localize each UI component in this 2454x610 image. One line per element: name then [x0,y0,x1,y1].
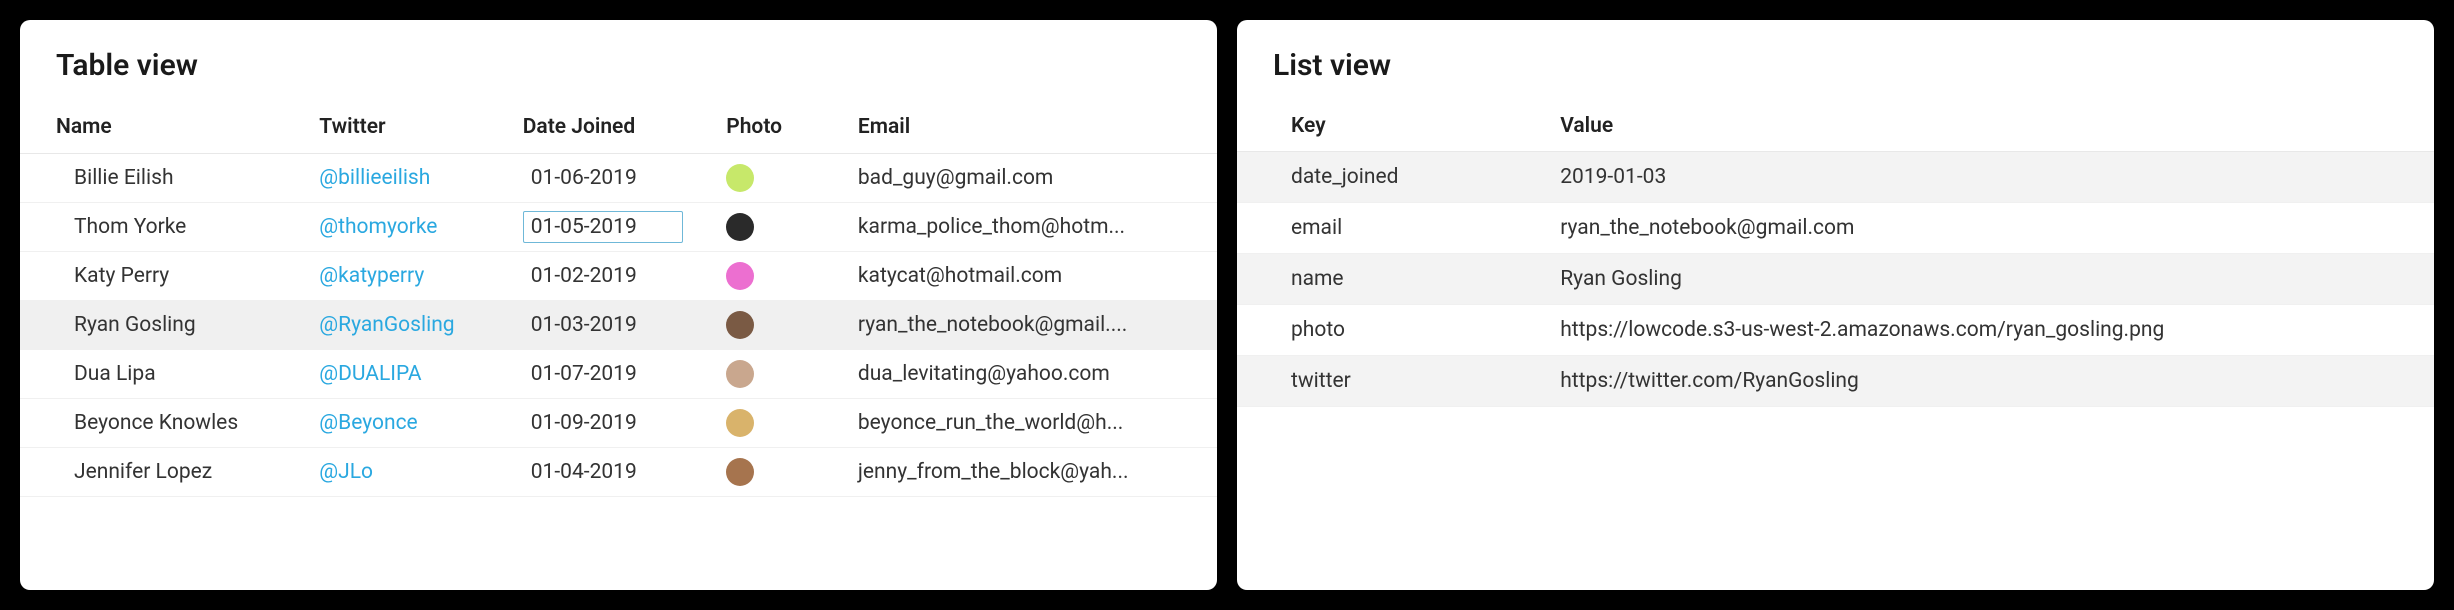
users-table: Name Twitter Date Joined Photo Email Bil… [20,101,1217,497]
cell-email[interactable]: jenny_from_the_block@yah... [846,448,1217,497]
cell-name[interactable]: Katy Perry [20,252,307,301]
twitter-link[interactable]: @DUALIPA [319,362,421,386]
twitter-link[interactable]: @katyperry [319,264,424,288]
date-value[interactable]: 01-06-2019 [523,162,645,194]
cell-photo[interactable] [714,252,846,301]
cell-name[interactable]: Ryan Gosling [20,301,307,350]
cell-photo[interactable] [714,203,846,252]
list-row[interactable]: photohttps://lowcode.s3-us-west-2.amazon… [1237,305,2434,356]
avatar-icon [726,409,754,437]
cell-key[interactable]: twitter [1237,356,1548,407]
avatar-icon [726,164,754,192]
date-value[interactable]: 01-07-2019 [523,358,645,390]
cell-name[interactable]: Dua Lipa [20,350,307,399]
cell-email[interactable]: beyonce_run_the_world@h... [846,399,1217,448]
twitter-link[interactable]: @JLo [319,460,373,484]
cell-date-joined[interactable]: 01-03-2019 [511,301,714,350]
cell-email[interactable]: ryan_the_notebook@gmail.... [846,301,1217,350]
cell-twitter[interactable]: @Beyonce [307,399,510,448]
cell-date-joined[interactable]: 01-04-2019 [511,448,714,497]
list-header-row: Key Value [1237,101,2434,152]
avatar-icon [726,213,754,241]
cell-photo[interactable] [714,350,846,399]
cell-name[interactable]: Jennifer Lopez [20,448,307,497]
col-header-name[interactable]: Name [20,101,307,154]
cell-email[interactable]: katycat@hotmail.com [846,252,1217,301]
cell-twitter[interactable]: @JLo [307,448,510,497]
list-row[interactable]: nameRyan Gosling [1237,254,2434,305]
date-value[interactable]: 01-05-2019 [523,211,683,243]
cell-twitter[interactable]: @RyanGosling [307,301,510,350]
cell-key[interactable]: email [1237,203,1548,254]
cell-value[interactable]: ryan_the_notebook@gmail.com [1548,203,2434,254]
table-view-card: Table view Name Twitter Date Joined Phot… [20,20,1217,590]
cell-date-joined[interactable]: 01-09-2019 [511,399,714,448]
cell-date-joined[interactable]: 01-06-2019 [511,154,714,203]
date-value[interactable]: 01-09-2019 [523,407,645,439]
table-row[interactable]: Beyonce Knowles @Beyonce 01-09-2019 beyonce… [20,399,1217,448]
cell-twitter[interactable]: @katyperry [307,252,510,301]
cell-key[interactable]: photo [1237,305,1548,356]
cell-value[interactable]: https://twitter.com/RyanGosling [1548,356,2434,407]
twitter-link[interactable]: @billieeilish [319,166,430,190]
avatar-icon [726,311,754,339]
avatar-icon [726,262,754,290]
col-header-key[interactable]: Key [1237,101,1548,152]
twitter-link[interactable]: @RyanGosling [319,313,454,337]
col-header-photo[interactable]: Photo [714,101,846,154]
cell-twitter[interactable]: @billieeilish [307,154,510,203]
cell-name[interactable]: Beyonce Knowles [20,399,307,448]
cell-value[interactable]: 2019-01-03 [1548,152,2434,203]
cell-date-joined[interactable]: 01-07-2019 [511,350,714,399]
cell-date-joined[interactable]: 01-05-2019 [511,203,714,252]
cell-twitter[interactable]: @DUALIPA [307,350,510,399]
col-header-email[interactable]: Email [846,101,1217,154]
table-view-title: Table view [20,48,1217,101]
col-header-twitter[interactable]: Twitter [307,101,510,154]
table-row[interactable]: Thom Yorke @thomyorke 01-05-2019 karma_poli… [20,203,1217,252]
cell-value[interactable]: https://lowcode.s3-us-west-2.amazonaws.c… [1548,305,2434,356]
table-row[interactable]: Katy Perry @katyperry 01-02-2019 katycat@ho… [20,252,1217,301]
date-value[interactable]: 01-04-2019 [523,456,645,488]
list-row[interactable]: twitterhttps://twitter.com/RyanGosling [1237,356,2434,407]
table-header-row: Name Twitter Date Joined Photo Email [20,101,1217,154]
cell-value[interactable]: Ryan Gosling [1548,254,2434,305]
cell-key[interactable]: name [1237,254,1548,305]
record-detail-table: Key Value date_joined2019-01-03emailryan… [1237,101,2434,407]
cell-photo[interactable] [714,301,846,350]
table-row[interactable]: Ryan Gosling @RyanGosling 01-03-2019 ryan_t… [20,301,1217,350]
twitter-link[interactable]: @thomyorke [319,215,437,239]
date-value[interactable]: 01-02-2019 [523,260,645,292]
cell-photo[interactable] [714,154,846,203]
cell-name[interactable]: Thom Yorke [20,203,307,252]
col-header-value[interactable]: Value [1548,101,2434,152]
avatar-icon [726,458,754,486]
date-value[interactable]: 01-03-2019 [523,309,645,341]
list-row[interactable]: date_joined2019-01-03 [1237,152,2434,203]
list-row[interactable]: emailryan_the_notebook@gmail.com [1237,203,2434,254]
cell-email[interactable]: karma_police_thom@hotm... [846,203,1217,252]
cell-photo[interactable] [714,399,846,448]
table-row[interactable]: Dua Lipa @DUALIPA 01-07-2019 dua_levitating… [20,350,1217,399]
twitter-link[interactable]: @Beyonce [319,411,417,435]
avatar-icon [726,360,754,388]
list-view-title: List view [1237,48,2434,101]
cell-key[interactable]: date_joined [1237,152,1548,203]
cell-email[interactable]: bad_guy@gmail.com [846,154,1217,203]
cell-photo[interactable] [714,448,846,497]
cell-twitter[interactable]: @thomyorke [307,203,510,252]
col-header-date[interactable]: Date Joined [511,101,714,154]
table-row[interactable]: Billie Eilish @billieeilish 01-06-2019 bad_… [20,154,1217,203]
cell-email[interactable]: dua_levitating@yahoo.com [846,350,1217,399]
list-view-card: List view Key Value date_joined2019-01-0… [1237,20,2434,590]
table-row[interactable]: Jennifer Lopez @JLo 01-04-2019 jenny_from_t… [20,448,1217,497]
cell-name[interactable]: Billie Eilish [20,154,307,203]
cell-date-joined[interactable]: 01-02-2019 [511,252,714,301]
